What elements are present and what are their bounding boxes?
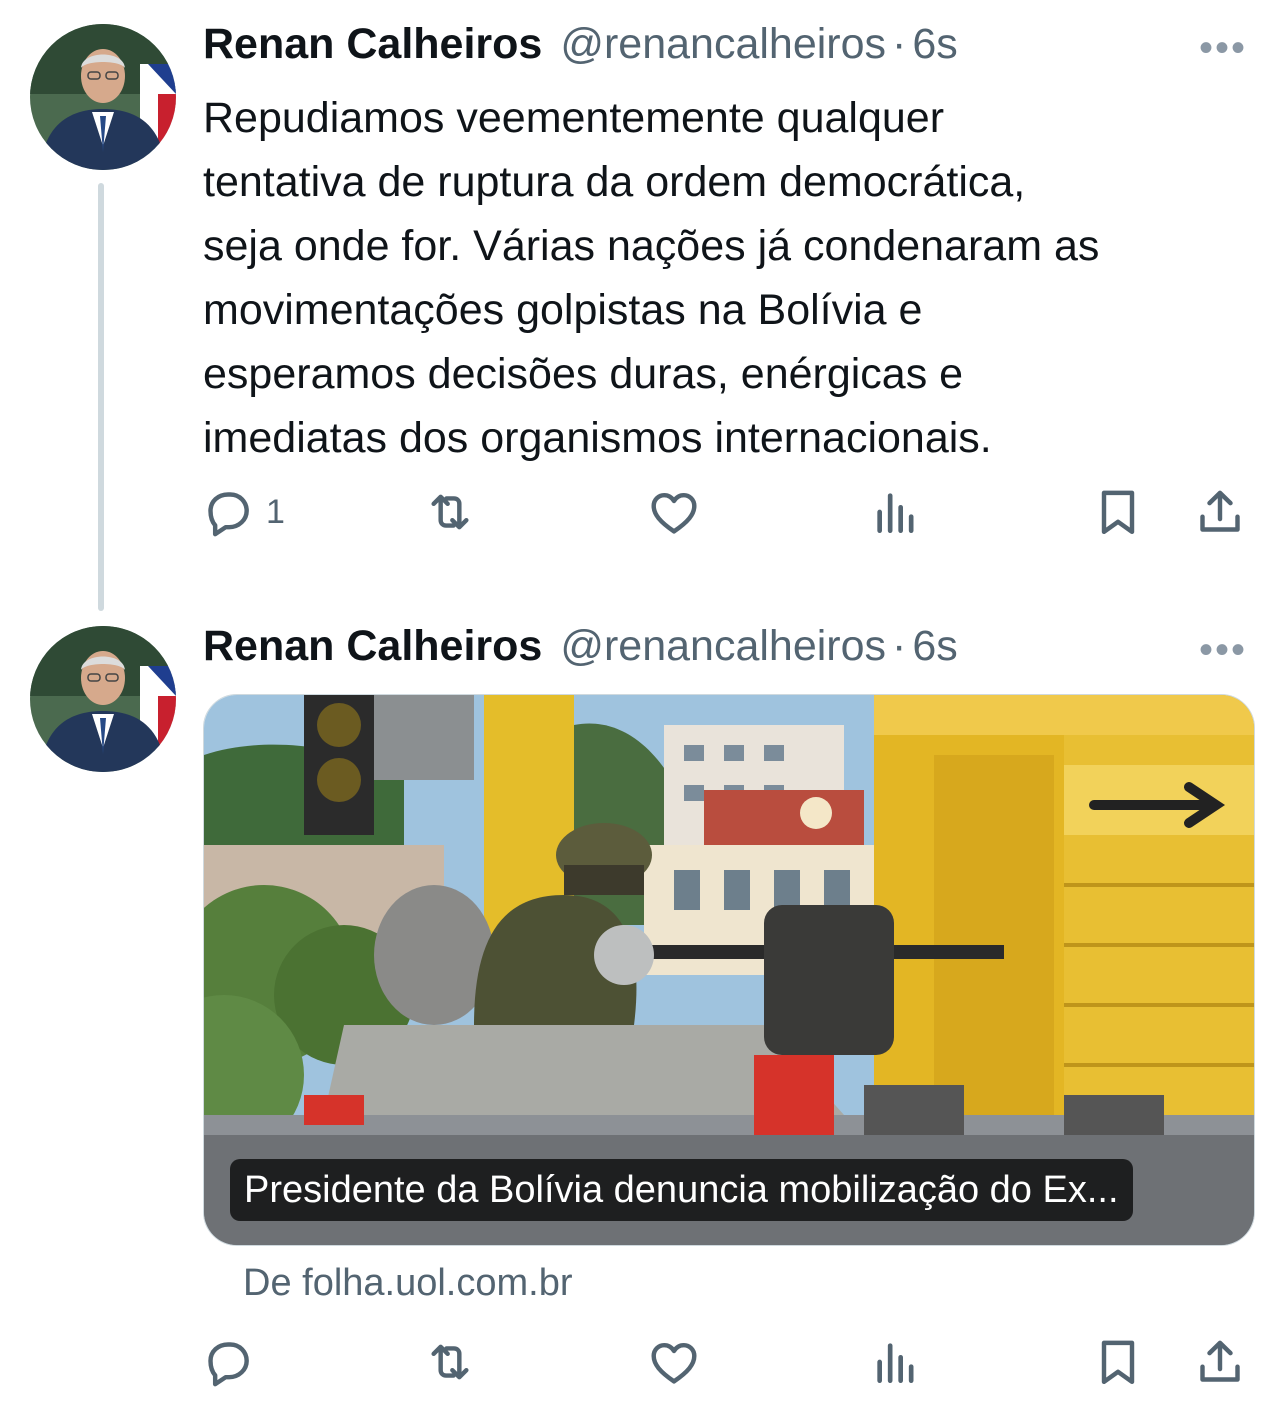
reply-icon [208,1342,249,1387]
views-icon [877,493,914,533]
heart-icon [651,492,697,534]
tweet-text-line: movimentações golpistas na Bolívia e [203,286,923,334]
share-icon [1200,1340,1240,1382]
author-handle[interactable]: @renancalheiros [560,622,886,671]
card-title[interactable]: Presidente da Bolívia denuncia mobilizaç… [230,1159,1133,1221]
avatar[interactable] [30,626,176,772]
retweet-button[interactable] [422,1334,478,1390]
retweet-button[interactable] [422,484,478,540]
share-button[interactable] [1192,1334,1248,1390]
bookmark-button[interactable] [1090,1334,1146,1390]
timestamp[interactable]: 6s [912,20,957,69]
like-button[interactable] [646,484,702,540]
share-icon [1200,490,1240,532]
separator-dot: · [892,622,907,670]
share-button[interactable] [1192,484,1248,540]
separator-dot: · [892,20,907,68]
tweet-text-line: imediatas dos organismos internacionais. [203,414,992,462]
link-card[interactable]: Presidente da Bolívia denuncia mobilizaç… [203,694,1255,1246]
retweet-icon [431,1344,469,1380]
tweet-header: Renan Calheiros @renancalheiros · 6s [203,20,958,70]
tweet-text-line: seja onde for. Várias nações já condenar… [203,222,1100,270]
author-handle[interactable]: @renancalheiros [560,20,886,69]
like-button[interactable] [646,1334,702,1390]
views-icon [877,1343,914,1383]
tweet-actions: 1 [200,484,1260,544]
tweet-text: Repudiamos veementemente qualquer tentat… [203,86,1253,470]
tweet-1[interactable]: Renan Calheiros @renancalheiros · 6s •••… [0,0,1283,611]
bookmark-icon [1101,1340,1135,1385]
timestamp[interactable]: 6s [912,622,957,671]
tweet-text-line: tentativa de ruptura da ordem democrátic… [203,158,1026,206]
tweet-text-line: esperamos decisões duras, enérgicas e [203,350,964,398]
bookmark-icon [1101,490,1135,535]
tweet-header: Renan Calheiros @renancalheiros · 6s [203,622,958,672]
heart-icon [651,1342,697,1384]
card-source[interactable]: De folha.uol.com.br [243,1262,573,1305]
reply-button[interactable]: 1 [200,484,285,540]
more-options-icon[interactable]: ••• [1199,26,1247,71]
views-button[interactable] [868,1334,924,1390]
bookmark-button[interactable] [1090,484,1146,540]
more-options-icon[interactable]: ••• [1199,628,1247,673]
retweet-icon [431,494,469,530]
author-name[interactable]: Renan Calheiros [203,622,542,671]
views-button[interactable] [868,484,924,540]
reply-icon [208,492,249,537]
avatar[interactable] [30,24,176,170]
tweet-actions [200,1334,1260,1394]
reply-button[interactable] [200,1334,266,1390]
reply-count: 1 [266,492,285,531]
tweet-text-line: Repudiamos veementemente qualquer [203,94,945,142]
author-name[interactable]: Renan Calheiros [203,20,542,69]
thread-line [98,183,104,611]
